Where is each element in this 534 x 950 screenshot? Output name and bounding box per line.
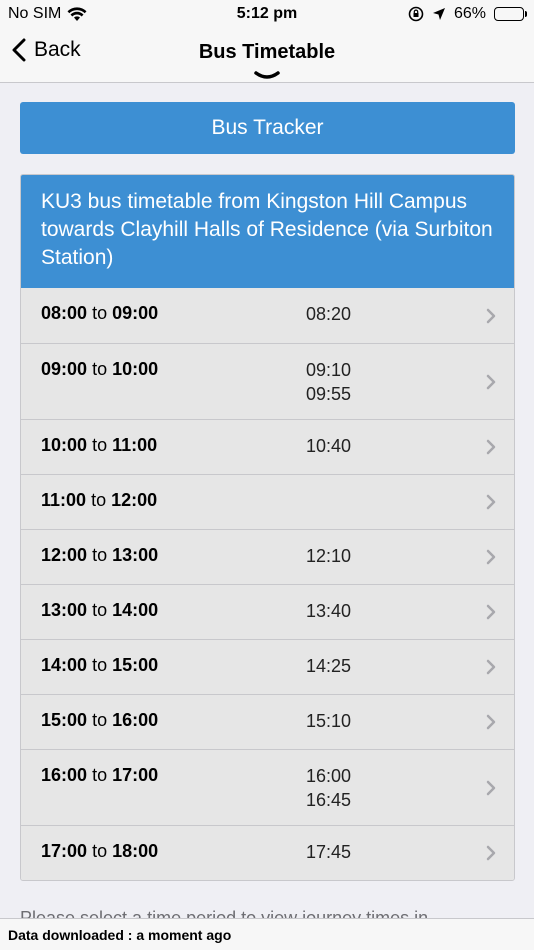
chevron-right-icon <box>486 845 496 861</box>
timetable-card: KU3 bus timetable from Kingston Hill Cam… <box>20 174 515 881</box>
period-end: 10:00 <box>112 359 159 379</box>
timetable-row[interactable]: 15:00 to 16:00 15:10 <box>21 694 514 749</box>
timetable-row[interactable]: 08:00 to 09:00 08:20 <box>21 288 514 343</box>
departure-time: 10:40 <box>306 436 352 456</box>
chevron-right-icon <box>486 604 496 620</box>
departure-times: 12:10 <box>306 544 494 568</box>
period-start: 11:00 <box>41 490 87 510</box>
time-period: 12:00 to 13:00 <box>41 545 158 566</box>
period-to: to <box>92 600 108 620</box>
period-to: to <box>92 765 108 785</box>
navigation-bar: Back Bus Timetable <box>0 30 534 83</box>
period-to: to <box>92 303 108 323</box>
timetable-header: KU3 bus timetable from Kingston Hill Cam… <box>21 175 514 288</box>
period-end: 17:00 <box>112 765 159 785</box>
period-end: 12:00 <box>111 490 158 510</box>
timetable-row[interactable]: 16:00 to 17:00 16:00 16:45 <box>21 749 514 825</box>
period-start: 16:00 <box>41 765 88 785</box>
time-period: 16:00 to 17:00 <box>41 765 158 786</box>
departure-time: 14:25 <box>306 656 352 676</box>
departure-time: 12:10 <box>306 546 352 566</box>
time-period: 09:00 to 10:00 <box>41 359 158 380</box>
period-end: 15:00 <box>112 655 159 675</box>
period-end: 11:00 <box>112 435 158 455</box>
battery-percent: 66% <box>453 5 486 22</box>
departure-times: 16:00 16:45 <box>306 764 494 812</box>
period-end: 16:00 <box>112 710 159 730</box>
period-to: to <box>92 710 108 730</box>
period-start: 17:00 <box>41 841 88 861</box>
status-right: 66% <box>408 5 527 23</box>
departure-time: 16:45 <box>306 790 352 810</box>
page-title: Bus Timetable <box>198 41 336 63</box>
departure-time: 09:55 <box>306 384 352 404</box>
departure-times <box>306 489 494 513</box>
time-period: 14:00 to 15:00 <box>41 655 158 676</box>
timetable-row[interactable]: 17:00 to 18:00 17:45 <box>21 825 514 880</box>
chevron-right-icon <box>486 549 496 565</box>
battery-icon <box>494 7 527 21</box>
period-start: 14:00 <box>41 655 88 675</box>
period-start: 12:00 <box>41 545 88 565</box>
period-end: 14:00 <box>112 600 159 620</box>
time-period: 08:00 to 09:00 <box>41 303 158 324</box>
footer-bar: Data downloaded : a moment ago <box>0 918 534 950</box>
status-bar: No SIM 5:12 pm 66% <box>0 0 534 30</box>
time-period: 17:00 to 18:00 <box>41 841 158 862</box>
departure-time: 13:40 <box>306 601 352 621</box>
location-arrow-icon <box>432 8 445 20</box>
timetable-row[interactable]: 14:00 to 15:00 14:25 <box>21 639 514 694</box>
period-to: to <box>91 490 107 510</box>
main-content: Bus Tracker KU3 bus timetable from Kings… <box>20 102 515 881</box>
departure-times: 10:40 <box>306 434 494 458</box>
departure-times: 14:25 <box>306 654 494 678</box>
time-period: 10:00 to 11:00 <box>41 435 157 456</box>
period-end: 09:00 <box>112 303 159 323</box>
chevron-right-icon <box>486 439 496 455</box>
timetable-rows: 08:00 to 09:00 08:20 09:00 to 10:00 09:10 09… <box>21 288 514 880</box>
period-to: to <box>92 359 108 379</box>
pull-down-handle-icon[interactable] <box>254 71 280 81</box>
period-to: to <box>92 841 108 861</box>
data-downloaded-label: Data downloaded : a moment ago <box>8 927 232 943</box>
period-start: 10:00 <box>41 435 88 455</box>
chevron-right-icon <box>486 780 496 795</box>
timetable-row[interactable]: 09:00 to 10:00 09:10 09:55 <box>21 343 514 419</box>
departure-time: 16:00 <box>306 766 352 786</box>
period-end: 13:00 <box>112 545 159 565</box>
departure-time: 15:10 <box>306 711 352 731</box>
chevron-right-icon <box>486 374 496 389</box>
departure-times: 15:10 <box>306 709 494 733</box>
timetable-row[interactable]: 12:00 to 13:00 12:10 <box>21 529 514 584</box>
time-period: 15:00 to 16:00 <box>41 710 158 731</box>
period-to: to <box>92 545 108 565</box>
departure-times: 17:45 <box>306 840 494 864</box>
period-to: to <box>92 435 108 455</box>
rotation-lock-icon <box>408 6 424 22</box>
time-period: 11:00 to 12:00 <box>41 490 157 511</box>
timetable-row[interactable]: 13:00 to 14:00 13:40 <box>21 584 514 639</box>
departure-times: 13:40 <box>306 599 494 623</box>
departure-time: 08:20 <box>306 304 352 324</box>
departure-times: 08:20 <box>306 302 494 326</box>
period-end: 18:00 <box>112 841 159 861</box>
period-start: 15:00 <box>41 710 88 730</box>
chevron-right-icon <box>486 714 496 730</box>
timetable-row[interactable]: 10:00 to 11:00 10:40 <box>21 419 514 474</box>
departure-time: 17:45 <box>306 842 352 862</box>
chevron-right-icon <box>486 308 496 323</box>
period-start: 08:00 <box>41 303 88 323</box>
period-to: to <box>92 655 108 675</box>
period-start: 13:00 <box>41 600 88 620</box>
chevron-right-icon <box>486 659 496 675</box>
timetable-row[interactable]: 11:00 to 12:00 <box>21 474 514 529</box>
period-start: 09:00 <box>41 359 88 379</box>
chevron-right-icon <box>486 494 496 510</box>
departure-time: 09:10 <box>306 360 352 380</box>
bus-tracker-button[interactable]: Bus Tracker <box>20 102 515 154</box>
time-period: 13:00 to 14:00 <box>41 600 158 621</box>
departure-times: 09:10 09:55 <box>306 358 494 406</box>
